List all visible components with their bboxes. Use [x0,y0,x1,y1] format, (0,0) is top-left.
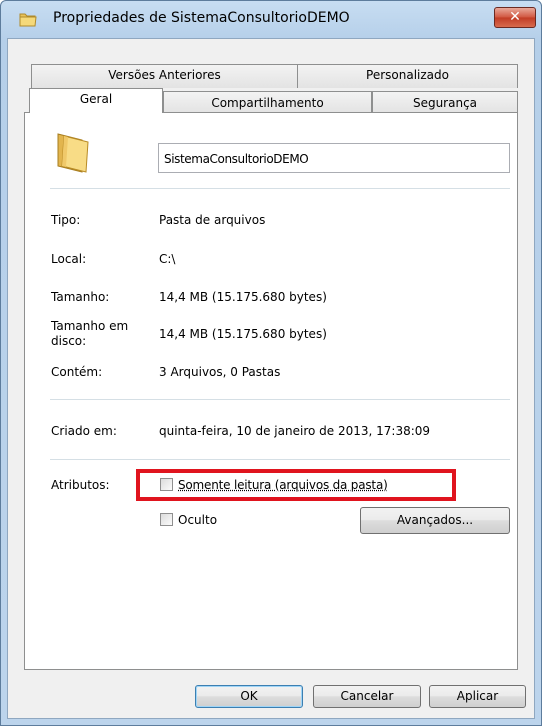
title-bar[interactable]: Propriedades de SistemaConsultorioDEMO ✕ [1,1,541,37]
close-button[interactable]: ✕ [494,7,536,28]
contains-label: Contém: [51,365,103,379]
separator [50,459,510,460]
separator [50,188,510,189]
highlight-box [136,469,456,501]
tab-label: Versões Anteriores [108,68,221,82]
tab-previous-versions[interactable]: Versões Anteriores [31,64,298,88]
advanced-button[interactable]: Avançados... [360,507,510,534]
folder-large-icon [57,133,89,173]
disk-size-label-line1: Tamanho em [51,319,129,333]
attributes-label: Atributos: [51,478,110,492]
general-tab-panel [24,112,518,670]
apply-button[interactable]: Aplicar [429,685,526,708]
disk-size-label-line2: disco: [51,334,87,348]
tab-customize[interactable]: Personalizado [297,64,518,88]
disk-size-value: 14,4 MB (15.175.680 bytes) [159,327,327,341]
folder-name-input[interactable]: SistemaConsultorioDEMO [158,143,510,173]
type-value: Pasta de arquivos [159,213,266,227]
folder-icon [19,13,37,27]
tab-general[interactable]: Geral [29,88,163,113]
size-value: 14,4 MB (15.175.680 bytes) [159,290,327,304]
separator [50,399,510,400]
hidden-label[interactable]: Oculto [178,513,217,527]
location-value: C:\ [159,252,176,266]
contains-value: 3 Arquivos, 0 Pastas [159,365,281,379]
tab-label: Segurança [412,96,478,110]
size-label: Tamanho: [51,290,110,304]
created-label: Criado em: [51,424,117,438]
tab-security[interactable]: Segurança [372,91,518,113]
tab-label: Compartilhamento [211,96,324,110]
cancel-button[interactable]: Cancelar [313,685,421,708]
tab-label: Personalizado [366,68,449,82]
created-value: quinta-feira, 10 de janeiro de 2013, 17:… [159,424,431,438]
window-title: Propriedades de SistemaConsultorioDEMO [53,10,350,26]
type-label: Tipo: [51,213,81,227]
tab-sharing[interactable]: Compartilhamento [163,91,372,113]
location-label: Local: [51,252,87,266]
tab-label: Geral [79,92,113,106]
hidden-checkbox[interactable] [160,513,173,526]
ok-button[interactable]: OK [195,685,303,708]
